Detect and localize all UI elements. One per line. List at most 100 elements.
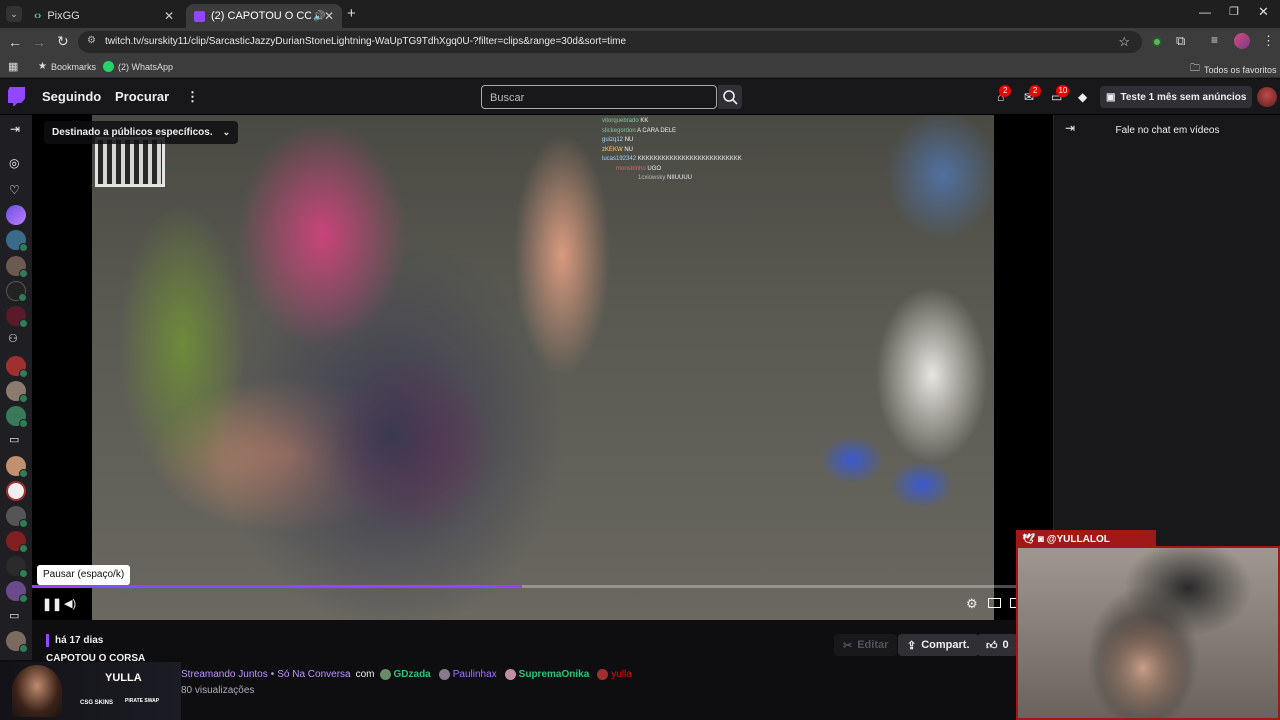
bookmark-star-icon[interactable]: ☆ [1118,34,1130,50]
new-tab-button[interactable]: + [347,5,356,22]
live-indicator-icon [19,369,28,378]
edit-button[interactable]: ✂ Editar [834,634,898,656]
channel-avatar[interactable] [6,556,28,578]
edit-label: Editar [857,639,889,651]
add-friend-icon[interactable]: ⚇ [8,332,18,345]
site-info-icon[interactable]: ⚙ [87,35,96,46]
live-indicator-icon [19,394,28,403]
settings-gear-icon[interactable]: ⚙ [966,596,978,612]
bookmark-whatsapp[interactable]: (2) WhatsApp [103,61,173,72]
recommended-icon[interactable]: ◎ [9,156,19,170]
channel-avatar[interactable] [6,631,28,653]
notifications-button[interactable]: ▭ 10 [1051,85,1070,104]
whispers-count-badge: 2 [1029,85,1042,97]
audience-notice-label: Destinado a públicos específicos. [52,127,213,138]
channel-avatar[interactable] [6,531,28,553]
whispers-button[interactable]: ✉ 2 [1024,85,1042,104]
share-button[interactable]: ⇪ Compart. [898,634,979,656]
extension-green-icon[interactable] [1152,37,1162,47]
category-link[interactable]: Streamando Juntos [181,669,268,680]
twitch-logo-icon[interactable] [8,87,25,106]
clip-category-line: Streamando Juntos • Só Na Conversa com G… [181,669,632,680]
audience-notice-dropdown[interactable]: Destinado a públicos específicos. ⌄ [44,121,239,144]
live-indicator-icon [19,419,28,428]
extensions-puzzle-icon[interactable]: ⧉ [1176,33,1185,49]
more-menu-icon[interactable]: ⋮ [186,89,199,105]
reload-icon[interactable]: ↻ [57,33,69,50]
all-bookmarks-folder[interactable]: 🗀 Todos os favoritos [1190,61,1277,78]
channel-avatar[interactable] [6,281,27,302]
expand-sidebar-icon[interactable]: ⇥ [10,122,20,136]
overlay-chat-line: zKEKW NU [602,146,634,153]
close-window-icon[interactable]: ✕ [1258,4,1269,20]
bookmark-folder-bookmarks[interactable]: ★ Bookmarks [38,61,96,72]
channel-avatar[interactable] [6,256,28,278]
prime-trial-button[interactable]: ▣ Teste 1 mês sem anúncios [1100,86,1253,108]
forward-icon[interactable]: → [32,34,46,50]
theatre-mode-icon[interactable] [988,598,1001,608]
channel-avatar[interactable] [6,381,28,403]
close-tab-icon[interactable]: ✕ [324,9,334,23]
channel-avatar[interactable] [6,230,28,252]
tab-pixgg[interactable]: ‹› PixGG ✕ [26,4,182,28]
channel-avatar[interactable] [6,205,26,225]
volume-icon[interactable]: ◀) [64,597,76,610]
qr-code [95,137,165,187]
close-tab-icon[interactable]: ✕ [164,9,174,23]
live-indicator-icon [19,269,28,278]
search-icon [723,90,738,105]
channel-avatar[interactable] [6,406,28,428]
live-indicator-icon [19,243,28,252]
nav-browse[interactable]: Procurar [115,89,169,104]
profile-avatar[interactable] [1234,33,1250,49]
browser-menu-icon[interactable]: ⋮ [1262,33,1275,49]
subcategory-link[interactable]: Só Na Conversa [277,669,350,680]
live-indicator-icon [19,519,28,528]
bookmark-label: (2) WhatsApp [118,61,174,72]
whatsapp-icon [103,61,114,72]
share-label: Compart. [921,639,970,651]
video-camera-icon[interactable]: ▭ [9,433,19,446]
channel-avatar[interactable] [6,581,28,603]
clip-age: há 17 dias [55,635,104,646]
collaborator-link[interactable]: SupremaOnika [519,669,590,680]
video-player[interactable]: vitorquebrado KK slickegordon A CARA DEL… [32,115,1053,620]
scissors-icon: ✂ [843,639,853,652]
back-icon[interactable]: ← [8,34,22,50]
seek-bar[interactable] [32,585,1053,588]
inbox-button[interactable]: ⌂ 2 [997,85,1012,104]
heart-icon[interactable]: ♡ [9,183,20,197]
channel-avatar[interactable] [6,506,28,528]
collaborator-link[interactable]: yulla [611,669,632,680]
channel-avatar[interactable] [6,356,28,378]
pause-button[interactable]: ❚❚ [42,597,62,611]
user-avatar[interactable] [1257,87,1277,107]
collaborator-link[interactable]: Paulinhax [453,669,497,680]
chevron-down-icon: ⌄ [222,127,231,137]
restore-window-icon[interactable]: ❐ [1229,5,1239,18]
search-button[interactable] [718,85,742,109]
pause-tooltip: Pausar (espaço/k) [37,565,131,585]
tab-title: PixGG [47,10,80,22]
tooltip-text: Pausar (espaço/k) [43,569,125,580]
search-input[interactable]: Buscar [481,85,717,109]
video-camera-icon[interactable]: ▭ [9,609,19,622]
pixgg-favicon-icon: ‹› [34,10,42,22]
apps-grid-icon[interactable]: ▦ [8,60,18,73]
sponsor-logo: CSG SKINS [80,700,114,706]
channel-avatar[interactable] [6,456,28,478]
tab-search-button[interactable]: ⌄ [6,6,22,22]
collaborator-link[interactable]: GDzada [394,669,431,680]
tab-twitch-clip[interactable]: (2) CAPOTOU O CORSA - Tw 🔊 ✕ [186,4,342,28]
channel-avatar[interactable] [6,306,28,328]
address-field[interactable]: ⚙ twitch.tv/surskity11/clip/SarcasticJaz… [78,31,1142,53]
bits-icon[interactable]: ◆ [1078,90,1087,104]
sponsor-logo: PIRATE SWAP [125,698,160,704]
media-queue-icon[interactable]: ≡ [1211,33,1218,47]
search-placeholder: Buscar [490,92,525,104]
like-button[interactable]: 👍︎ 0 [977,634,1018,656]
minimize-window-icon[interactable]: — [1199,5,1211,19]
video-frame [92,115,994,620]
nav-following[interactable]: Seguindo [42,89,101,104]
channel-avatar[interactable] [6,481,26,501]
